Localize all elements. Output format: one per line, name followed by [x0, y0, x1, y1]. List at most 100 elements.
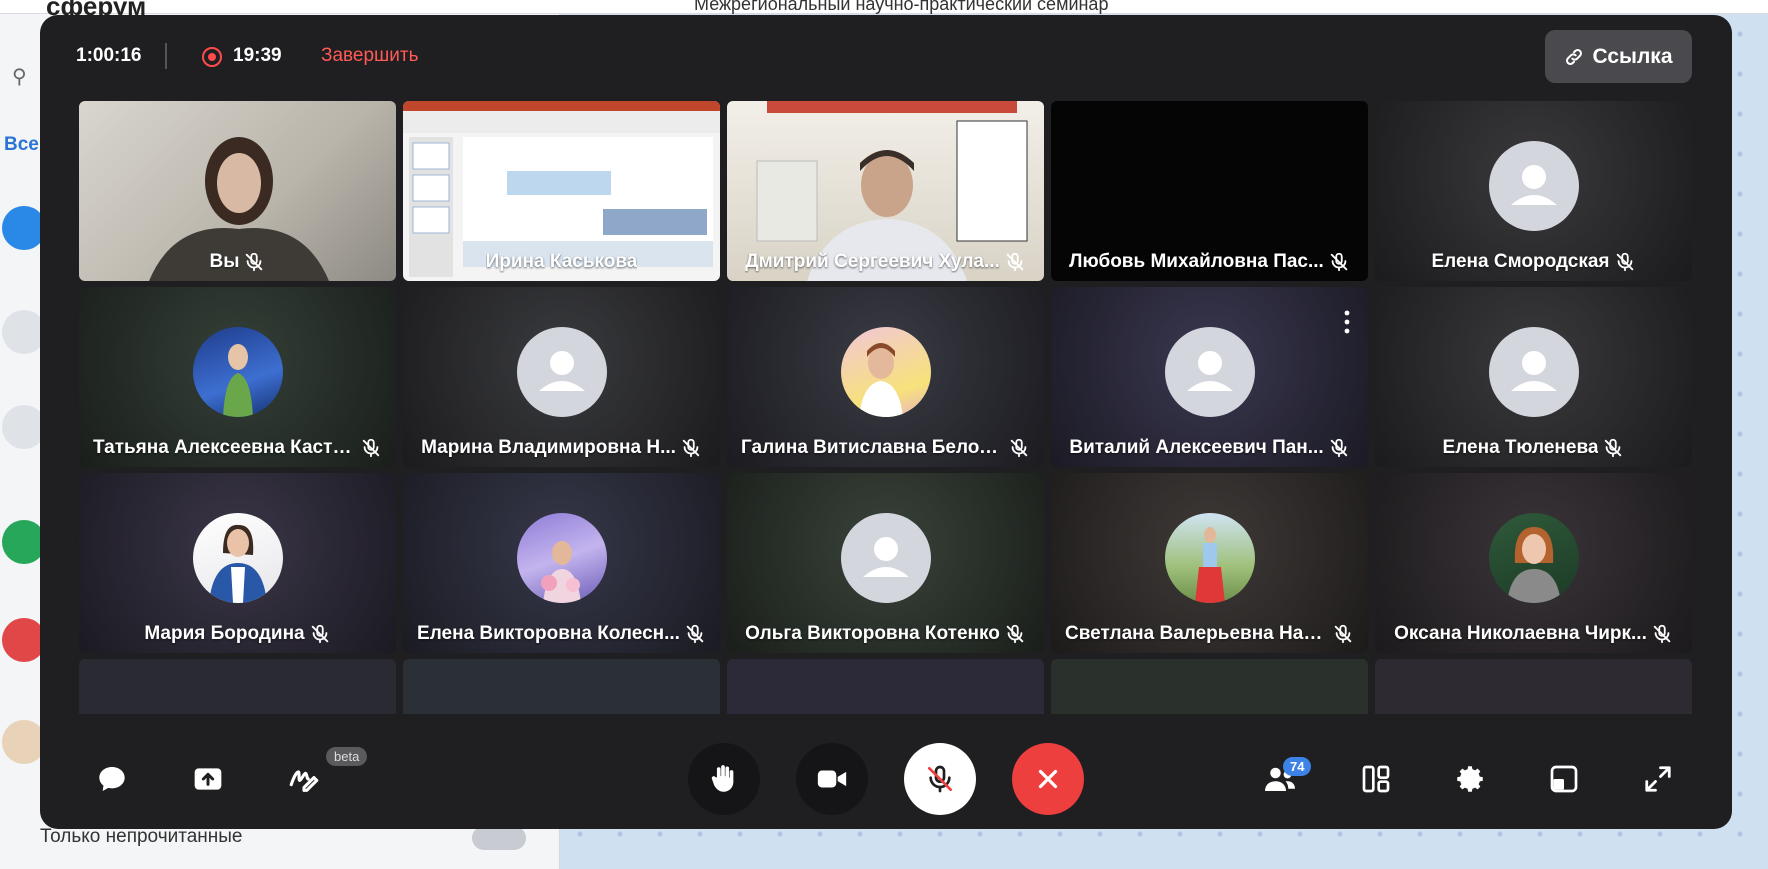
- mic-off-icon: [1334, 624, 1352, 644]
- raise-hand-icon: [711, 765, 734, 792]
- participant-tile[interactable]: [1051, 659, 1368, 714]
- link-icon: [1566, 48, 1583, 65]
- participant-photo: [192, 327, 283, 417]
- copy-link-button[interactable]: Ссылка: [1545, 30, 1692, 83]
- participant-tile[interactable]: Оксана Николаевна Чирк...: [1375, 473, 1692, 653]
- participant-name: Ольга Викторовна Котенко: [745, 623, 1000, 644]
- participant-name: Елена Тюленева: [1442, 437, 1599, 458]
- participant-photo: [516, 513, 607, 603]
- minimize-window-button[interactable]: [1544, 759, 1584, 799]
- participant-tile[interactable]: Ирина Каськова: [403, 101, 720, 281]
- avatar-placeholder: [516, 327, 607, 417]
- mic-off-icon: [1653, 624, 1671, 644]
- user-icon: [1510, 351, 1557, 391]
- expand-icon: [1645, 766, 1671, 792]
- participant-tile[interactable]: Елена Викторовна Колесн...: [403, 473, 720, 653]
- recording-time: 19:39: [233, 45, 282, 66]
- participant-name: Елена Викторовна Колесн...: [417, 623, 680, 644]
- share-screen-button[interactable]: [188, 759, 228, 799]
- mic-off-icon: [682, 438, 700, 458]
- participant-photo: [1164, 513, 1255, 603]
- mic-off-icon: [1006, 252, 1024, 272]
- user-icon: [1186, 351, 1233, 391]
- avatar-placeholder: [1164, 327, 1255, 417]
- finish-recording-button[interactable]: Завершить: [321, 45, 419, 67]
- call-duration: 1:00:16: [76, 45, 142, 66]
- participant-tile[interactable]: Мария Бородина: [79, 473, 396, 653]
- mic-off-icon: [686, 624, 704, 644]
- participant-tile[interactable]: Елена Смородская: [1375, 101, 1692, 281]
- avatar-placeholder: [1488, 141, 1579, 231]
- background-unread-toggle: [472, 826, 526, 850]
- chat-icon: [99, 767, 125, 791]
- layout-button[interactable]: [1356, 759, 1396, 799]
- participants-count-badge: 74: [1283, 757, 1312, 776]
- gear-icon: [1457, 766, 1483, 792]
- whiteboard-button[interactable]: [284, 759, 324, 799]
- participants-grid: Вы Ирина Каськова Дмитрий Сергеевич Хула…: [79, 101, 1695, 714]
- participant-name: Татьяна Алексеевна Кастр...: [93, 437, 356, 458]
- participant-name: Вы: [209, 251, 240, 272]
- background-header: сферум Межрегиональный научно-практическ…: [0, 0, 1768, 21]
- fullscreen-button[interactable]: [1638, 759, 1678, 799]
- raise-hand-button[interactable]: [688, 743, 760, 815]
- participant-tile[interactable]: [727, 659, 1044, 714]
- background-tab-all: Все: [4, 134, 39, 155]
- participant-photo: [1488, 513, 1579, 603]
- picture-in-picture-icon: [1550, 765, 1578, 793]
- participant-name: Ирина Каськова: [485, 251, 638, 272]
- participant-name: Дмитрий Сергеевич Хула...: [745, 251, 1000, 272]
- participant-name: Любовь Михайловна Пас...: [1069, 251, 1324, 272]
- participant-name: Оксана Николаевна Чирк...: [1394, 623, 1647, 644]
- mic-off-icon: [1006, 624, 1024, 644]
- more-options-icon[interactable]: [1344, 309, 1350, 335]
- end-call-button[interactable]: [1012, 743, 1084, 815]
- whiteboard-icon: [289, 770, 319, 792]
- call-toolbar: beta 74: [40, 715, 1732, 829]
- mic-off-icon: [1010, 438, 1028, 458]
- background-unread-filter: Только непрочитанные: [40, 826, 243, 847]
- user-icon: [1510, 165, 1557, 205]
- participant-tile[interactable]: Любовь Михайловна Пас...: [1051, 101, 1368, 281]
- participant-tile[interactable]: Дмитрий Сергеевич Хула...: [727, 101, 1044, 281]
- participant-tile[interactable]: Елена Тюленева: [1375, 287, 1692, 467]
- participant-name: Светлана Валерьевна Нау...: [1065, 623, 1328, 644]
- chat-button[interactable]: [92, 759, 132, 799]
- participant-name: Мария Бородина: [144, 623, 305, 644]
- participant-tile[interactable]: Светлана Валерьевна Нау...: [1051, 473, 1368, 653]
- participant-photo: [840, 327, 931, 417]
- camera-icon: [817, 770, 847, 788]
- participant-name: Елена Смородская: [1431, 251, 1610, 272]
- participant-tile[interactable]: Виталий Алексеевич Пан...: [1051, 287, 1368, 467]
- camera-button[interactable]: [796, 743, 868, 815]
- participant-tile[interactable]: [403, 659, 720, 714]
- avatar-placeholder: [1488, 327, 1579, 417]
- background-chat-title: Межрегиональный научно-практический семи…: [694, 0, 1109, 14]
- participant-tile[interactable]: Ольга Викторовна Котенко: [727, 473, 1044, 653]
- participant-name: Марина Владимировна Н...: [421, 437, 676, 458]
- participant-tile[interactable]: [1375, 659, 1692, 714]
- beta-badge: beta: [326, 747, 368, 766]
- participant-name: Галина Витиславна Белол...: [741, 437, 1004, 458]
- mic-off-icon: [1616, 252, 1633, 272]
- participant-tile[interactable]: [79, 659, 396, 714]
- participant-tile[interactable]: Татьяна Алексеевна Кастр...: [79, 287, 396, 467]
- header-divider: [165, 43, 167, 69]
- participant-tile[interactable]: Марина Владимировна Н...: [403, 287, 720, 467]
- microphone-button[interactable]: [904, 743, 976, 815]
- avatar-placeholder: [840, 513, 931, 603]
- participant-tile[interactable]: Вы: [79, 101, 396, 281]
- mic-off-icon: [1330, 252, 1348, 272]
- settings-button[interactable]: [1450, 759, 1490, 799]
- participant-tile[interactable]: Галина Витиславна Белол...: [727, 287, 1044, 467]
- layout-icon: [1362, 765, 1390, 793]
- call-window: 1:00:16 19:39 Завершить Ссылка Вы Ирина …: [40, 15, 1732, 829]
- recording-icon: [202, 47, 222, 67]
- user-icon: [538, 351, 585, 391]
- participant-name: Виталий Алексеевич Пан...: [1069, 437, 1324, 458]
- mic-off-icon: [928, 765, 952, 793]
- call-header: 1:00:16 19:39 Завершить Ссылка: [40, 15, 1732, 101]
- close-icon: [1038, 769, 1058, 789]
- background-search-icon: ⚲: [12, 66, 27, 88]
- mic-off-icon: [1605, 438, 1622, 458]
